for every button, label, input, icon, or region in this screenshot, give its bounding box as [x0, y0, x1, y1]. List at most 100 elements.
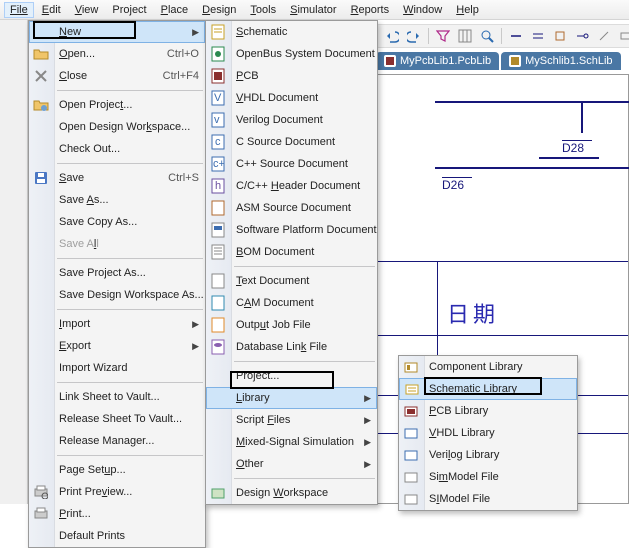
new-pcb[interactable]: PCB — [206, 65, 377, 87]
open-icon — [33, 46, 49, 62]
new-openbus[interactable]: OpenBus System Document — [206, 43, 377, 65]
text-icon — [210, 273, 226, 289]
menu-file[interactable]: File — [4, 2, 34, 18]
grid-icon[interactable] — [456, 27, 474, 45]
file-open-workspace[interactable]: Open Design Workspace... — [29, 116, 205, 138]
file-open-project[interactable]: Open Project... — [29, 94, 205, 116]
net-icon[interactable] — [507, 27, 525, 45]
file-save-workspace-as[interactable]: Save Design Workspace As... — [29, 284, 205, 306]
lib-verilog[interactable]: Verilog Library — [399, 444, 577, 466]
file-import[interactable]: Import▶ — [29, 313, 205, 335]
menu-view[interactable]: View — [69, 2, 105, 18]
menu-bar: File EEditdit View Project Place Design … — [0, 0, 629, 20]
lib-simmodel[interactable]: SimModel File — [399, 466, 577, 488]
new-outjob[interactable]: Output Job File — [206, 314, 377, 336]
lib-simodel[interactable]: SIModel File — [399, 488, 577, 510]
file-save-all[interactable]: Save All — [29, 233, 205, 255]
file-print-preview[interactable]: Print Preview... — [29, 481, 205, 503]
menu-window[interactable]: Window — [397, 2, 448, 18]
bus-icon[interactable] — [529, 27, 547, 45]
toolbar — [376, 24, 629, 48]
zoom-icon[interactable] — [478, 27, 496, 45]
menu-tools[interactable]: Tools — [244, 2, 282, 18]
file-menu: New▶ Open...Ctrl+O CloseCtrl+F4 Open Pro… — [28, 20, 206, 548]
file-save-copy-as[interactable]: Save Copy As... — [29, 211, 205, 233]
file-link-vault[interactable]: Link Sheet to Vault... — [29, 386, 205, 408]
new-other[interactable]: Other▶ — [206, 453, 377, 475]
tool-a-icon[interactable] — [595, 27, 613, 45]
menu-place[interactable]: Place — [155, 2, 195, 18]
lib-component[interactable]: Component Library — [399, 356, 577, 378]
file-checkout[interactable]: Check Out... — [29, 138, 205, 160]
filter-icon[interactable] — [434, 27, 452, 45]
toolbar-sep — [428, 28, 429, 44]
menu-help[interactable]: Help — [450, 2, 485, 18]
openbus-icon — [210, 46, 226, 62]
new-verilog[interactable]: v Verilog Document — [206, 109, 377, 131]
new-vhdl[interactable]: V VHDL Document — [206, 87, 377, 109]
file-save-as[interactable]: Save As... — [29, 189, 205, 211]
tab-pcblib[interactable]: MyPcbLib1.PcbLib — [376, 52, 499, 70]
new-cpphdr[interactable]: h C/C++ Header Document — [206, 175, 377, 197]
pin-icon[interactable] — [573, 27, 591, 45]
lib-vhdl[interactable]: VHDL Library — [399, 422, 577, 444]
new-cam[interactable]: CAM Document — [206, 292, 377, 314]
file-save[interactable]: SaveCtrl+S — [29, 167, 205, 189]
cam-icon — [210, 295, 226, 311]
new-workspace[interactable]: Design Workspace — [206, 482, 377, 504]
file-release-manager[interactable]: Release Manager... — [29, 430, 205, 452]
new-cppsrc[interactable]: c+ C++ Source Document — [206, 153, 377, 175]
veriloglib-icon — [403, 447, 419, 463]
file-import-wizard[interactable]: Import Wizard — [29, 357, 205, 379]
svg-text:h: h — [215, 180, 221, 192]
menu-project[interactable]: Project — [106, 2, 152, 18]
part-icon[interactable] — [551, 27, 569, 45]
lib-pcb[interactable]: PCB Library — [399, 400, 577, 422]
file-default-prints[interactable]: Default Prints — [29, 525, 205, 547]
new-platform[interactable]: Software Platform Document — [206, 219, 377, 241]
simmodel-icon — [403, 469, 419, 485]
new-script[interactable]: Script Files▶ — [206, 409, 377, 431]
verilog-icon: v — [210, 112, 226, 128]
svg-text:c+: c+ — [213, 158, 225, 170]
menu-simulator[interactable]: Simulator — [284, 2, 342, 18]
file-print[interactable]: Print... — [29, 503, 205, 525]
file-close[interactable]: CloseCtrl+F4 — [29, 65, 205, 87]
new-schematic[interactable]: Schematic — [206, 21, 377, 43]
tab-pcblib-label: MyPcbLib1.PcbLib — [400, 55, 491, 67]
file-release-vault[interactable]: Release Sheet To Vault... — [29, 408, 205, 430]
print-icon — [33, 506, 49, 522]
svg-text:v: v — [214, 114, 220, 126]
titleblock-date: 日期 — [447, 297, 499, 329]
tool-b-icon[interactable] — [617, 27, 629, 45]
menu-design[interactable]: Design — [196, 2, 242, 18]
file-page-setup[interactable]: Page Setup... — [29, 459, 205, 481]
vhdl-icon: V — [210, 90, 226, 106]
new-mixed[interactable]: Mixed-Signal Simulation▶ — [206, 431, 377, 453]
open-project-icon — [33, 97, 49, 113]
undo-icon[interactable] — [383, 27, 401, 45]
outjob-icon — [210, 317, 226, 333]
close-icon — [33, 68, 49, 84]
new-asm[interactable]: ASM Source Document — [206, 197, 377, 219]
new-text[interactable]: Text Document — [206, 270, 377, 292]
new-dblink[interactable]: Database Link File — [206, 336, 377, 358]
file-save-project-as[interactable]: Save Project As... — [29, 262, 205, 284]
new-bom[interactable]: BOM Document — [206, 241, 377, 263]
tab-schlib[interactable]: MySchlib1.SchLib — [501, 52, 620, 70]
svg-text:V: V — [214, 92, 222, 104]
bom-icon — [210, 244, 226, 260]
workspace-icon — [210, 485, 226, 501]
menu-reports[interactable]: Reports — [345, 2, 396, 18]
left-panel-strip — [0, 20, 28, 504]
new-csrc[interactable]: c C Source Document — [206, 131, 377, 153]
redo-icon[interactable] — [405, 27, 423, 45]
schlib-icon — [509, 55, 521, 67]
pcblib-icon — [384, 55, 396, 67]
new-library[interactable]: Library▶ — [206, 387, 377, 409]
platform-icon — [210, 222, 226, 238]
menu-edit[interactable]: EEditdit — [36, 2, 67, 18]
net-d28: D28 — [562, 141, 584, 155]
file-export[interactable]: Export▶ — [29, 335, 205, 357]
file-open[interactable]: Open...Ctrl+O — [29, 43, 205, 65]
